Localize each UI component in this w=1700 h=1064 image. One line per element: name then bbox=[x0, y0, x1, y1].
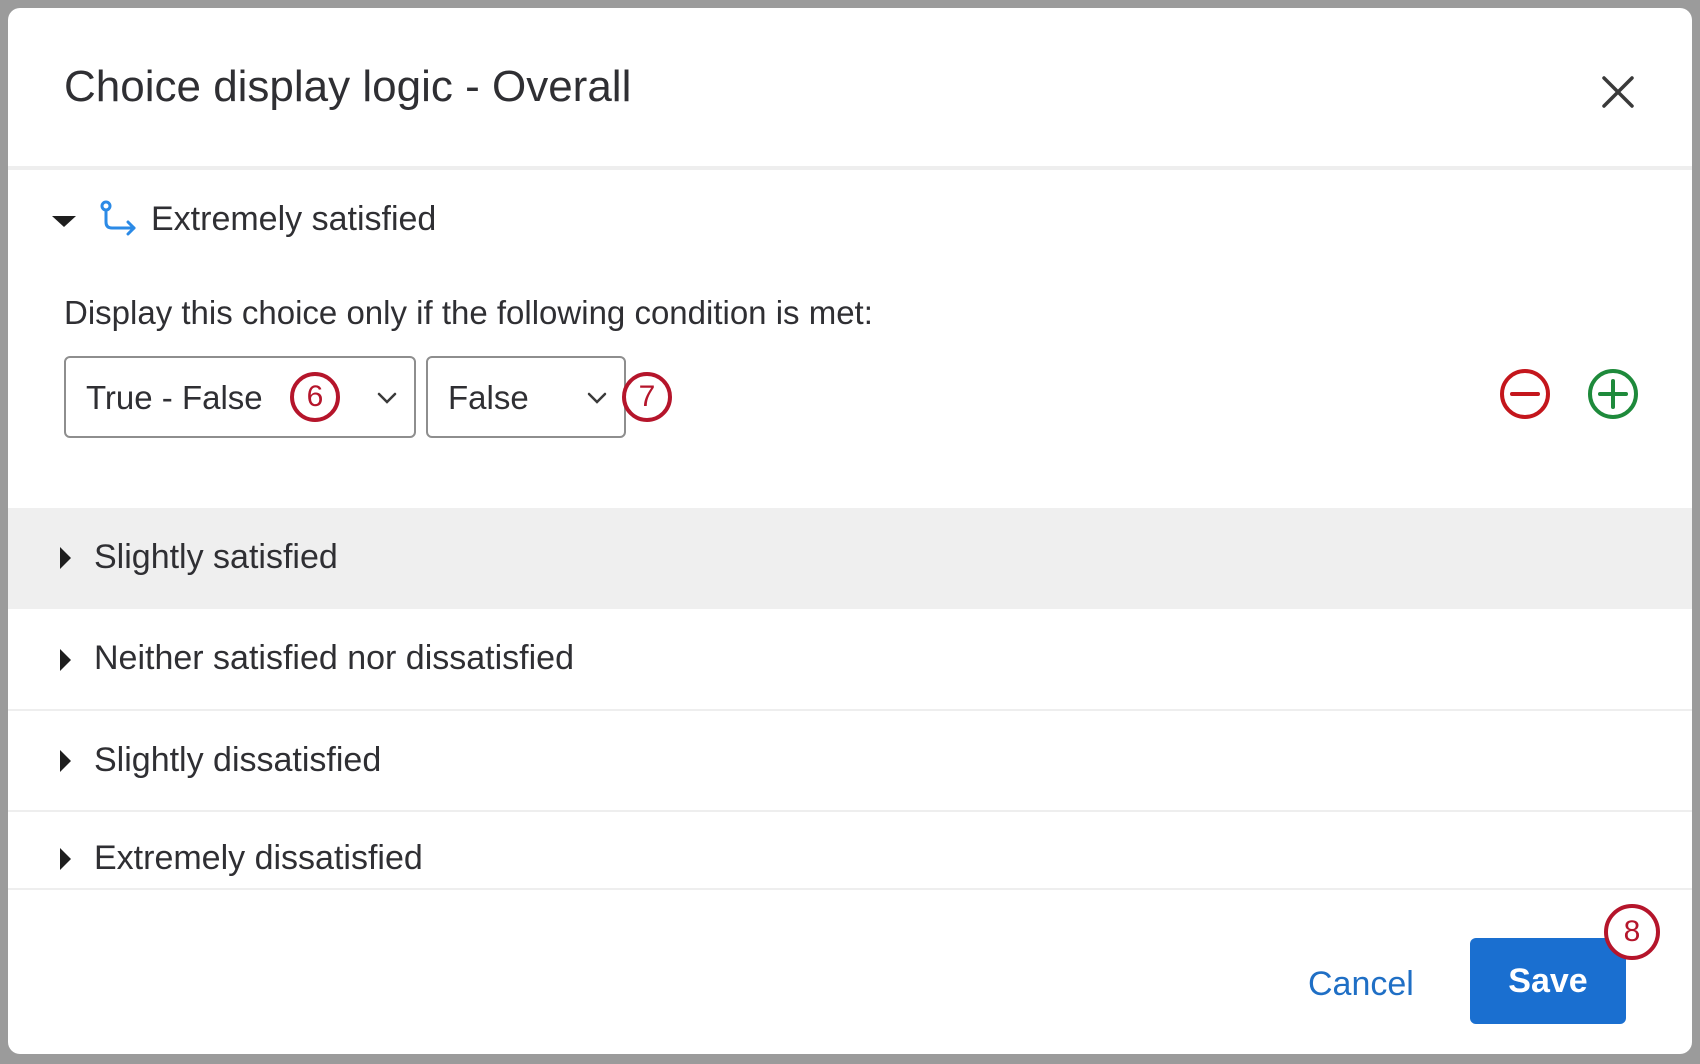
choice-label: Slightly dissatisfied bbox=[94, 741, 382, 779]
choice-row-neither[interactable]: Neither satisfied nor dissatisfied bbox=[8, 609, 1692, 711]
close-icon[interactable] bbox=[1592, 66, 1644, 118]
choice-label: Slightly satisfied bbox=[94, 538, 338, 576]
step-badge-7: 7 bbox=[622, 372, 672, 422]
choice-row-extremely-satisfied: Extremely satisfied Display this choice … bbox=[8, 170, 1692, 508]
choice-display-logic-dialog: Choice display logic - Overall Extremely… bbox=[8, 8, 1692, 1054]
choice-row-extremely-dissatisfied[interactable]: Extremely dissatisfied bbox=[8, 812, 1692, 888]
cancel-button[interactable]: Cancel bbox=[1308, 965, 1414, 1004]
caret-down-icon[interactable] bbox=[52, 216, 76, 227]
add-condition-icon[interactable] bbox=[1586, 367, 1640, 421]
choice-label: Neither satisfied nor dissatisfied bbox=[94, 639, 575, 677]
caret-right-icon bbox=[60, 547, 71, 569]
step-badge-6: 6 bbox=[290, 372, 340, 422]
caret-right-icon bbox=[60, 750, 71, 772]
remove-condition-icon[interactable] bbox=[1498, 367, 1552, 421]
choice-label: Extremely dissatisfied bbox=[94, 839, 423, 877]
chevron-down-icon bbox=[377, 392, 397, 404]
save-button[interactable]: Save bbox=[1470, 938, 1626, 1024]
dialog-footer: Cancel Save 8 bbox=[8, 888, 1692, 1054]
caret-right-icon bbox=[60, 848, 71, 870]
choice-label[interactable]: Extremely satisfied bbox=[151, 200, 436, 239]
dialog-title: Choice display logic - Overall bbox=[64, 62, 632, 111]
question-select-value: True - False bbox=[86, 379, 263, 416]
branch-logic-icon bbox=[100, 200, 136, 236]
chevron-down-icon bbox=[587, 392, 607, 404]
value-select-value: False bbox=[448, 379, 529, 416]
caret-right-icon bbox=[60, 649, 71, 671]
dialog-header: Choice display logic - Overall bbox=[8, 8, 1692, 170]
choice-row-slightly-dissatisfied[interactable]: Slightly dissatisfied bbox=[8, 711, 1692, 812]
step-badge-8: 8 bbox=[1604, 904, 1660, 960]
condition-description: Display this choice only if the followin… bbox=[64, 294, 873, 331]
choice-row-slightly-satisfied[interactable]: Slightly satisfied bbox=[8, 508, 1692, 609]
question-select[interactable]: True - False bbox=[64, 356, 416, 438]
value-select[interactable]: False bbox=[426, 356, 626, 438]
